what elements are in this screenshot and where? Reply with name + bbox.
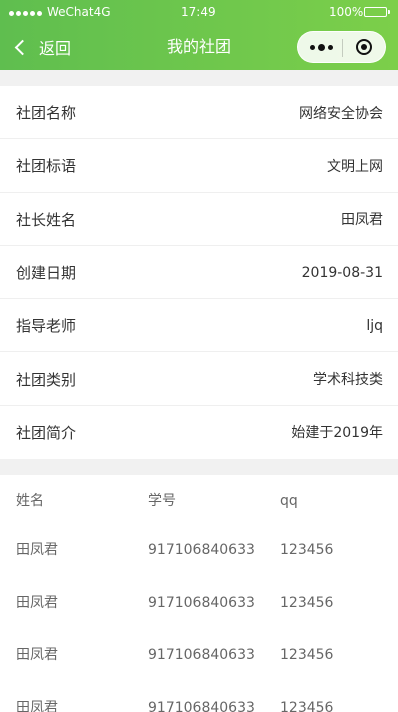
member-name: 田凤君 — [16, 700, 58, 712]
battery-percentage: 100% — [329, 5, 364, 19]
member-student-id: 917106840633 — [148, 647, 255, 663]
club-info-row-president: 社长姓名 田凤君 — [0, 193, 398, 247]
club-info-value: 始建于2019年 — [291, 425, 383, 442]
club-info-row-introduction: 社团简介 始建于2019年 — [0, 406, 398, 459]
table-row: 田凤君 917106840633 123456 — [0, 696, 398, 712]
carrier-label: WeChat4G — [47, 5, 111, 19]
page-title: 我的社团 — [166, 37, 231, 56]
member-qq: 123456 — [280, 595, 334, 611]
chevron-left-icon — [14, 39, 31, 55]
members-table: 姓名 学号 qq 田凤君 917106840633 123456 田凤君 917… — [0, 475, 398, 712]
club-info-row-name: 社团名称 网络安全协会 — [0, 86, 398, 140]
club-info-row-slogan: 社团标语 文明上网 — [0, 139, 398, 193]
club-info-value: 网络安全协会 — [299, 105, 383, 122]
status-time: 17:49 — [181, 5, 216, 19]
club-info-value: ljq — [366, 317, 383, 334]
member-student-id: 917106840633 — [148, 542, 255, 558]
member-qq: 123456 — [280, 542, 334, 558]
battery-icon — [364, 7, 390, 17]
member-student-id: 917106840633 — [148, 595, 255, 611]
member-qq: 123456 — [280, 700, 334, 712]
club-info-value: 田凤君 — [341, 212, 383, 229]
close-icon[interactable] — [356, 39, 372, 55]
more-icon[interactable] — [310, 44, 333, 51]
table-row: 田凤君 917106840633 123456 — [0, 591, 398, 615]
back-label: 返回 — [39, 39, 72, 58]
header: WeChat4G 17:49 100% 返回 我的社团 — [0, 0, 398, 70]
member-name: 田凤君 — [16, 595, 58, 611]
club-info-label: 社团名称 — [16, 104, 77, 123]
back-button[interactable]: 返回 — [12, 34, 71, 60]
club-info-row-created-date: 创建日期 2019-08-31 — [0, 246, 398, 300]
club-info-row-category: 社团类别 学术科技类 — [0, 352, 398, 407]
member-name: 田凤君 — [16, 542, 58, 558]
club-info-label: 社团类别 — [16, 370, 77, 389]
navigation-bar: 返回 我的社团 — [0, 24, 398, 70]
name-column-header: 姓名 — [16, 493, 44, 509]
table-row: 田凤君 917106840633 123456 — [0, 538, 398, 562]
club-info-card: 社团名称 网络安全协会 社团标语 文明上网 社长姓名 田凤君 创建日期 2019… — [0, 86, 398, 460]
club-info-label: 创建日期 — [16, 264, 77, 283]
club-info-value: 2019-08-31 — [301, 264, 383, 281]
club-info-label: 社团标语 — [16, 157, 77, 176]
members-table-header: 姓名 学号 qq — [0, 489, 398, 513]
member-student-id: 917106840633 — [148, 700, 255, 712]
table-row: 田凤君 917106840633 123456 — [0, 643, 398, 667]
club-info-label: 社长姓名 — [16, 210, 77, 229]
member-name: 田凤君 — [16, 647, 58, 663]
status-bar: WeChat4G 17:49 100% — [0, 0, 398, 24]
club-info-row-advisor: 指导老师 ljq — [0, 299, 398, 353]
qq-column-header: qq — [280, 493, 298, 509]
miniprogram-capsule — [297, 31, 386, 63]
club-info-value: 学术科技类 — [313, 372, 383, 389]
student-id-column-header: 学号 — [148, 493, 176, 509]
member-qq: 123456 — [280, 647, 334, 663]
club-info-label: 社团简介 — [16, 423, 77, 442]
capsule-divider — [342, 39, 343, 57]
club-info-label: 指导老师 — [16, 317, 77, 336]
club-info-value: 文明上网 — [327, 158, 383, 175]
signal-icon — [9, 11, 42, 16]
